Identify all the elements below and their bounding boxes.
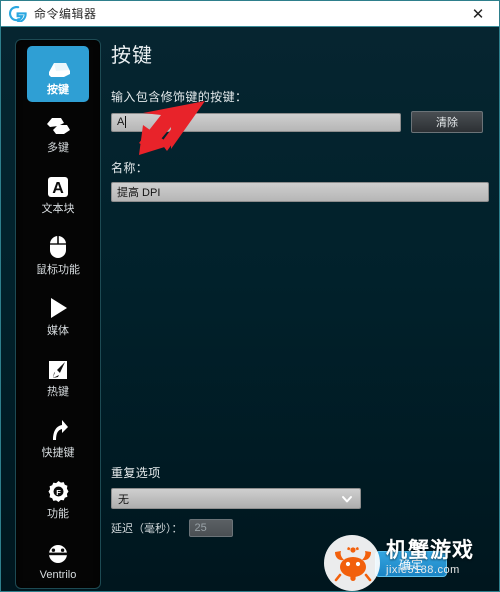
- ok-button[interactable]: 确定: [375, 551, 447, 577]
- sidebar-item-shortcut[interactable]: 快捷键: [16, 407, 100, 468]
- repeat-options-select[interactable]: 无: [111, 488, 361, 509]
- clear-button[interactable]: 清除: [411, 111, 483, 133]
- text-caret: [125, 116, 127, 128]
- multi-key-icon: [44, 111, 72, 137]
- key-input-row: A 清除: [111, 111, 489, 133]
- repeat-options-title: 重复选项: [111, 466, 161, 480]
- sidebar-item-ventrilo[interactable]: Ventrilo: [16, 529, 100, 588]
- media-play-icon: [47, 294, 69, 320]
- sidebar-item-label: 媒体: [47, 325, 69, 337]
- delay-input[interactable]: 25: [188, 519, 233, 537]
- sidebar-item-label: 功能: [47, 508, 69, 520]
- logitech-g-logo-icon: [8, 4, 30, 24]
- sidebar: 按键 多键 A 文本块 鼠标功能 媒体 热键 快捷键 F 功能 Ventrilo: [15, 39, 101, 589]
- keycap-icon: [45, 53, 71, 79]
- svg-text:F: F: [56, 488, 61, 497]
- close-icon[interactable]: ✕: [457, 1, 499, 26]
- command-editor-window: 命令编辑器 ✕ 按键 多键 A 文本块 鼠标功能 媒体 热键 快捷键 F 功能 …: [0, 0, 500, 592]
- name-input[interactable]: 提高 DPI: [111, 182, 489, 202]
- sidebar-item-label: 快捷键: [41, 447, 75, 459]
- text-block-a-icon: A: [47, 172, 69, 198]
- key-input-label: 输入包含修饰键的按键：: [111, 90, 248, 104]
- repeat-options-value: 无: [118, 493, 129, 506]
- sidebar-item-media[interactable]: 媒体: [16, 285, 100, 346]
- sidebar-item-label: 热键: [47, 386, 69, 398]
- delay-label: 延迟（毫秒）：: [111, 523, 183, 535]
- window-body: 按键 多键 A 文本块 鼠标功能 媒体 热键 快捷键 F 功能 Ventrilo…: [1, 27, 499, 591]
- sidebar-item-textblock[interactable]: A 文本块: [16, 163, 100, 224]
- page-title: 按键: [111, 45, 153, 67]
- sidebar-item-label: 文本块: [41, 203, 75, 215]
- sidebar-item-hotkey[interactable]: 热键: [16, 346, 100, 407]
- sidebar-item-mouse-function[interactable]: 鼠标功能: [16, 224, 100, 285]
- shortcut-arrow-icon: [47, 416, 69, 442]
- sidebar-item-function[interactable]: F 功能: [16, 468, 100, 529]
- sidebar-item-label: 多键: [47, 142, 69, 154]
- gear-f-icon: F: [47, 477, 70, 503]
- hotkey-cursor-icon: [47, 355, 69, 381]
- key-input-value: A: [117, 116, 125, 128]
- key-input[interactable]: A: [111, 112, 401, 132]
- main-pane: 按键 输入包含修饰键的按键： A 清除 名称： 提高 DPI 重复选项 无 延迟…: [111, 39, 489, 583]
- sidebar-item-label: 鼠标功能: [36, 264, 80, 276]
- sidebar-item-label: Ventrilo: [39, 569, 77, 581]
- chevron-down-icon: [341, 493, 353, 505]
- repeat-options-block: 重复选项 无 延迟（毫秒）： 25: [111, 464, 489, 537]
- sidebar-item-label: 按键: [47, 83, 69, 96]
- delay-row: 延迟（毫秒）： 25: [111, 519, 489, 537]
- sidebar-item-key[interactable]: 按键: [27, 46, 89, 102]
- svg-text:A: A: [52, 180, 64, 197]
- title-bar: 命令编辑器 ✕: [1, 1, 499, 27]
- mouse-icon: [49, 233, 67, 259]
- sidebar-item-multikey[interactable]: 多键: [16, 102, 100, 163]
- ventrilo-icon: [46, 538, 70, 564]
- window-title: 命令编辑器: [34, 7, 97, 21]
- name-field-label: 名称：: [111, 161, 149, 175]
